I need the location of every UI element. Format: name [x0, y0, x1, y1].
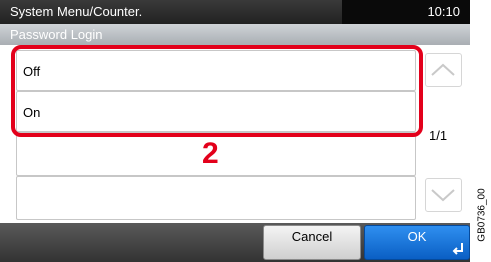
clock: 10:10 — [427, 4, 460, 19]
chevron-down-icon — [431, 189, 455, 202]
figure-code: GB0736_00 — [473, 172, 491, 257]
panel-screen: System Menu/Counter. 10:10 Password Logi… — [0, 0, 470, 262]
bottom-bar: Cancel OK — [0, 223, 470, 262]
title-tab: System Menu/Counter. — [0, 0, 342, 24]
highlight-box — [11, 45, 423, 137]
figure-code-text: GB0736_00 — [476, 187, 488, 242]
cancel-button[interactable]: Cancel — [263, 225, 361, 260]
option-empty-2 — [16, 176, 416, 220]
subtitle-text: Password Login — [10, 27, 103, 42]
page-indicator: 1/1 — [429, 128, 448, 143]
callout-number: 2 — [202, 137, 219, 170]
title-bar: System Menu/Counter. 10:10 — [0, 0, 470, 24]
ok-button[interactable]: OK — [364, 225, 470, 260]
scroll-panel: 1/1 — [423, 48, 464, 220]
chevron-up-icon — [431, 63, 455, 76]
subtitle-bar: Password Login — [0, 24, 470, 45]
enter-icon — [452, 243, 463, 255]
scroll-up-button[interactable] — [425, 53, 462, 87]
scroll-down-button[interactable] — [425, 178, 462, 212]
screen-title: System Menu/Counter. — [10, 4, 143, 19]
cancel-label: Cancel — [291, 229, 333, 244]
